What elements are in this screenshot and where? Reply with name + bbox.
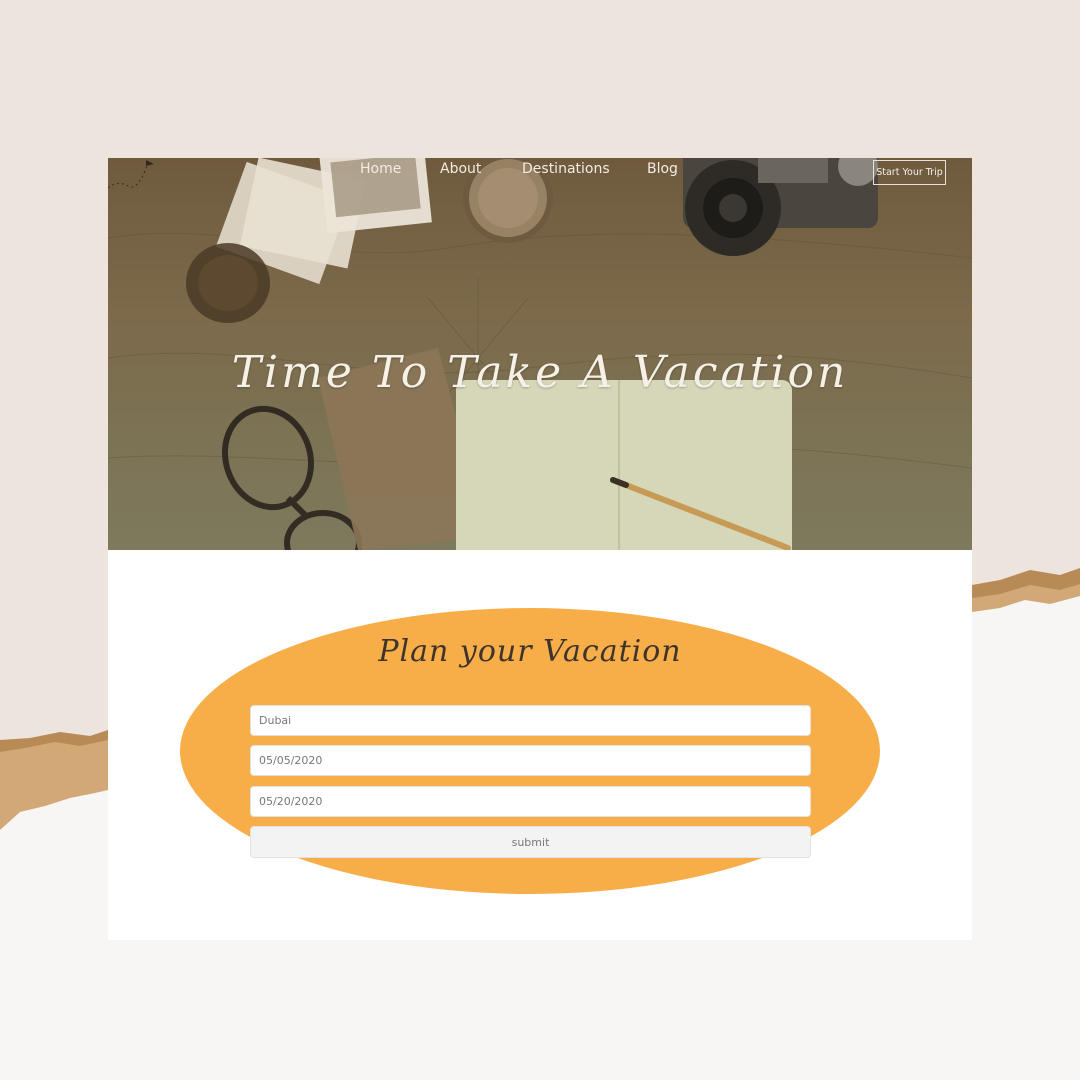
submit-button[interactable]: submit <box>250 826 811 858</box>
nav-about-link[interactable]: About <box>440 161 481 177</box>
nav-blog-link[interactable]: Blog <box>647 161 678 177</box>
destination-input[interactable] <box>250 705 811 736</box>
vacation-form-panel: Plan your Vacation submit <box>180 608 880 894</box>
hero-title: Time To Take A Vacation <box>231 347 849 399</box>
end-date-input[interactable] <box>250 786 811 817</box>
form-title: Plan your Vacation <box>378 634 682 669</box>
nav-destinations-link[interactable]: Destinations <box>522 161 610 177</box>
start-your-trip-button[interactable]: Start Your Trip <box>873 160 946 185</box>
nav-home-link[interactable]: Home <box>360 161 401 177</box>
website-mockup: Home About Destinations Blog Start Your … <box>108 158 972 940</box>
top-navigation: Home About Destinations Blog Start Your … <box>108 158 972 188</box>
hero-banner: Home About Destinations Blog Start Your … <box>108 158 972 550</box>
start-date-input[interactable] <box>250 745 811 776</box>
